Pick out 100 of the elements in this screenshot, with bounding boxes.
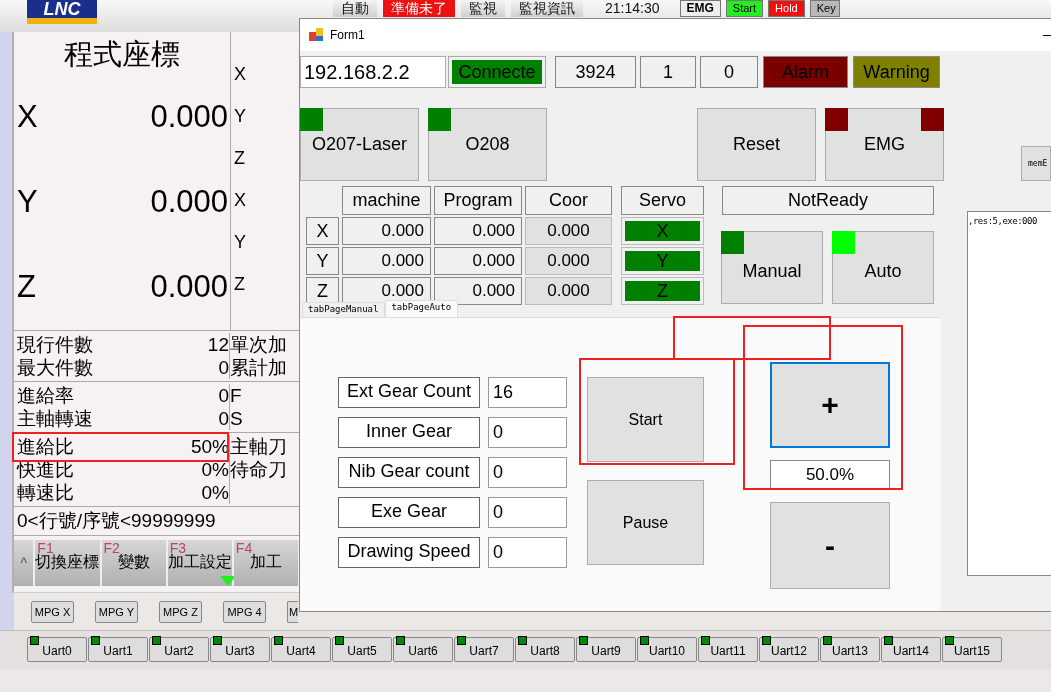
uart-button[interactable]: Uart12: [759, 637, 819, 662]
uart-button[interactable]: Uart14: [881, 637, 941, 662]
axis-label: X: [234, 190, 246, 210]
info-value: 0%: [201, 458, 229, 481]
input-field[interactable]: 0: [488, 497, 567, 528]
start-button[interactable]: Start: [587, 377, 704, 462]
info-label: 進給率: [17, 384, 74, 407]
indicator-button[interactable]: Key: [809, 0, 840, 17]
counter-box: 1: [640, 56, 696, 88]
info-label: 累計加: [230, 357, 287, 378]
window-title: Form1: [330, 28, 366, 42]
uart-button[interactable]: Uart5: [332, 637, 392, 662]
row-header: Y: [306, 247, 339, 275]
mpg-button[interactable]: MPG Y: [95, 600, 138, 623]
coordinate-value: 0.000: [150, 184, 228, 220]
uart-button[interactable]: Uart0: [27, 637, 87, 662]
menu-tab[interactable]: 監視資訊: [511, 0, 583, 17]
axis-label: X: [17, 98, 38, 135]
mpg-button[interactable]: MPG Z: [159, 600, 202, 623]
info-label: 進給比: [17, 435, 74, 458]
uart-button[interactable]: Uart4: [271, 637, 331, 662]
uart-button[interactable]: Uart8: [515, 637, 575, 662]
indicator-button[interactable]: EMG: [679, 0, 721, 17]
mpg-button[interactable]: MPG X: [31, 600, 74, 623]
column-header: Program: [434, 186, 522, 215]
info-label: F: [230, 385, 242, 406]
input-field[interactable]: 0: [488, 457, 567, 488]
uart-button[interactable]: Uart7: [454, 637, 514, 662]
uart-button[interactable]: Uart3: [210, 637, 270, 662]
indicator-button[interactable]: Start: [725, 0, 764, 17]
function-key[interactable]: F3 加工設定: [167, 540, 234, 586]
logo: LNC: [27, 0, 97, 24]
menu-tab[interactable]: 自動: [333, 0, 377, 17]
field-label: Nib Gear count: [338, 457, 480, 488]
uart-button[interactable]: Uart10: [637, 637, 697, 662]
mpg-button[interactable]: MPG 4: [223, 600, 266, 623]
panel-title: 程式座標: [63, 37, 181, 72]
clock-text: 21:14:30: [604, 0, 661, 17]
field-label: Inner Gear: [338, 417, 480, 448]
axis-label: Z: [234, 274, 246, 294]
indicator-button[interactable]: Hold: [768, 0, 805, 17]
input-field[interactable]: 0: [488, 537, 567, 568]
table-cell: 0.000: [434, 247, 522, 275]
log-text: ,res:5,exe:000: [968, 216, 1038, 226]
increase-button[interactable]: +: [770, 362, 890, 448]
axis-label: Z: [17, 269, 36, 306]
function-key[interactable]: F1 切換座標: [35, 540, 102, 586]
counter-box: 0: [700, 56, 758, 88]
warning-lamp: Warning: [853, 56, 940, 88]
row-header: X: [306, 217, 339, 245]
mem-button[interactable]: memE: [1021, 146, 1051, 181]
info-value: 0: [218, 407, 229, 430]
emg-button[interactable]: EMG: [825, 108, 944, 181]
menu-tab[interactable]: 監視: [461, 0, 505, 17]
uart-button[interactable]: Uart11: [698, 637, 758, 662]
servo-status: Y: [625, 251, 700, 271]
reset-button[interactable]: Reset: [697, 108, 816, 181]
column-header: Servo: [621, 186, 704, 215]
uart-button[interactable]: Uart1: [88, 637, 148, 662]
input-field[interactable]: 16: [488, 377, 567, 408]
window-icon: [308, 27, 324, 43]
column-header: Coor: [525, 186, 612, 215]
uart-button[interactable]: Uart2: [149, 637, 209, 662]
ratio-field: 50.0%: [770, 460, 890, 490]
info-label: 轉速比: [17, 481, 74, 504]
function-key[interactable]: F4 加工: [233, 540, 301, 586]
input-field[interactable]: 0: [488, 417, 567, 448]
info-label: S: [230, 408, 243, 429]
minimize-icon[interactable]: [1043, 34, 1051, 36]
field-label: Exe Gear: [338, 497, 480, 528]
uart-button[interactable]: Uart9: [576, 637, 636, 662]
pause-button[interactable]: Pause: [587, 480, 704, 565]
tab[interactable]: tabPageManual: [302, 302, 386, 317]
status-badge[interactable]: 準備未了: [383, 0, 455, 17]
status-label: NotReady: [722, 186, 934, 215]
table-cell: 0.000: [525, 277, 612, 305]
info-value: 50%: [190, 435, 229, 458]
program-button[interactable]: O208: [428, 108, 547, 181]
expand-button[interactable]: ^: [14, 540, 36, 586]
field-label: Drawing Speed: [338, 537, 480, 568]
function-key[interactable]: F2 變數: [101, 540, 168, 586]
tab[interactable]: tabPageAuto: [385, 300, 459, 317]
info-label: 現行件數: [17, 333, 93, 356]
decrease-button[interactable]: -: [770, 502, 890, 589]
info-label: 快進比: [17, 458, 74, 481]
info-value: 0: [218, 384, 229, 407]
info-value: 0: [218, 356, 229, 379]
info-value: 0%: [201, 481, 229, 504]
ip-field[interactable]: 192.168.2.2: [300, 56, 446, 88]
uart-button[interactable]: Uart13: [820, 637, 880, 662]
uart-button[interactable]: Uart6: [393, 637, 453, 662]
mode-button[interactable]: Manual: [721, 231, 823, 304]
info-label: 最大件數: [17, 356, 93, 379]
uart-button[interactable]: Uart15: [942, 637, 1002, 662]
servo-status: Z: [625, 281, 700, 301]
mpg-button[interactable]: M: [287, 600, 298, 623]
alarm-lamp: Alarm: [763, 56, 848, 88]
program-button[interactable]: O207-Laser: [300, 108, 419, 181]
axis-label: Y: [234, 232, 246, 252]
mode-button[interactable]: Auto: [832, 231, 934, 304]
